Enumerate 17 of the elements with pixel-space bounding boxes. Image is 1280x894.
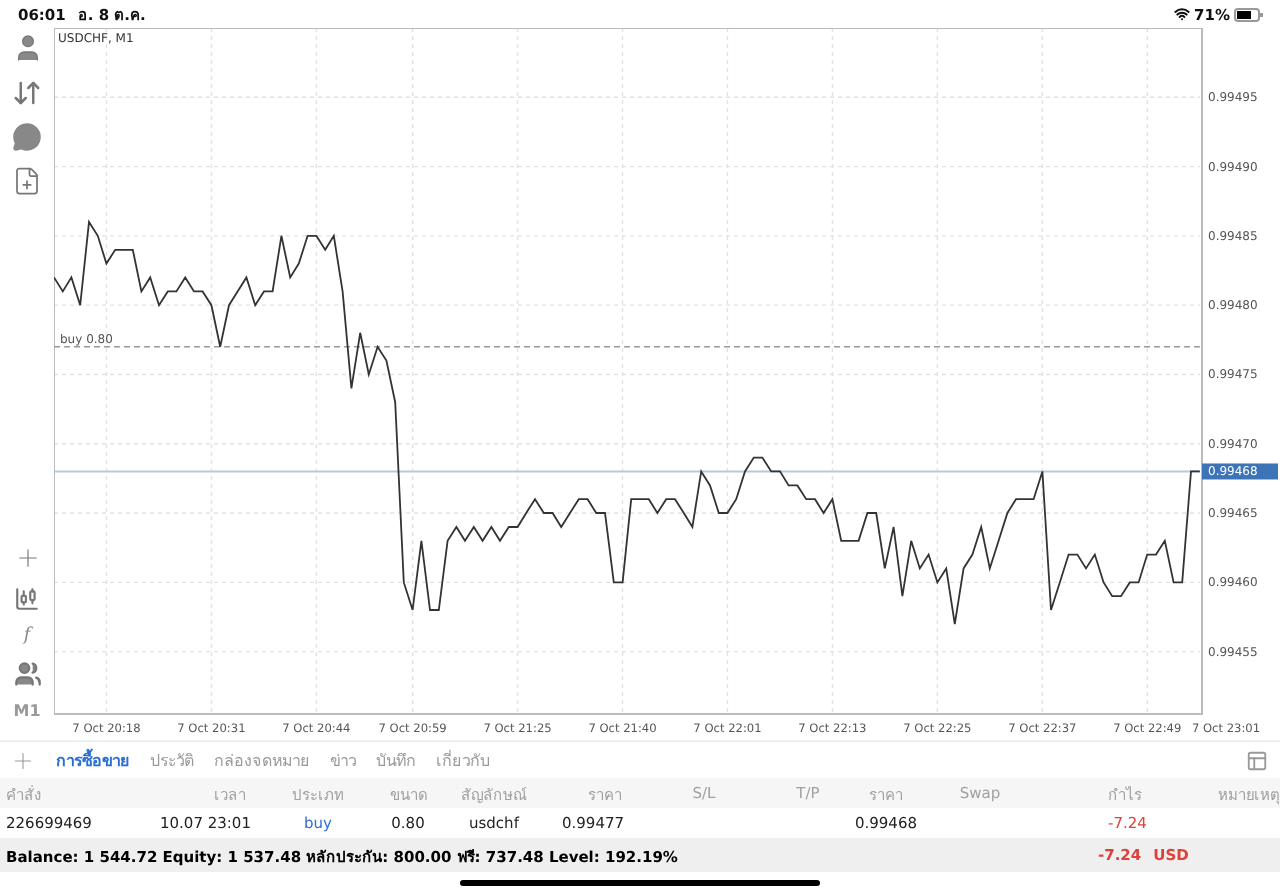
tab[interactable]: การซื้อขาย	[56, 747, 130, 773]
tab[interactable]: บันทึก	[376, 747, 416, 773]
trade-icon[interactable]	[12, 78, 42, 108]
tab[interactable]: ข่าว	[330, 747, 356, 773]
objects-icon[interactable]	[13, 660, 41, 688]
new-order-icon[interactable]	[12, 166, 42, 196]
battery-icon	[1234, 7, 1264, 21]
chat-icon[interactable]	[12, 122, 42, 152]
crosshair-icon[interactable]	[13, 544, 41, 572]
tab[interactable]: ประวัติ	[150, 747, 194, 773]
indicators-button[interactable]: f	[23, 626, 31, 646]
candlestick-icon[interactable]	[14, 586, 40, 612]
wifi-icon	[1174, 6, 1191, 22]
tab[interactable]: เกี่ยวกับ	[436, 747, 490, 773]
timeframe-button[interactable]: M1	[13, 702, 41, 720]
tab[interactable]: กล่องจดหมาย	[214, 747, 310, 773]
layout-icon[interactable]	[1246, 749, 1268, 771]
